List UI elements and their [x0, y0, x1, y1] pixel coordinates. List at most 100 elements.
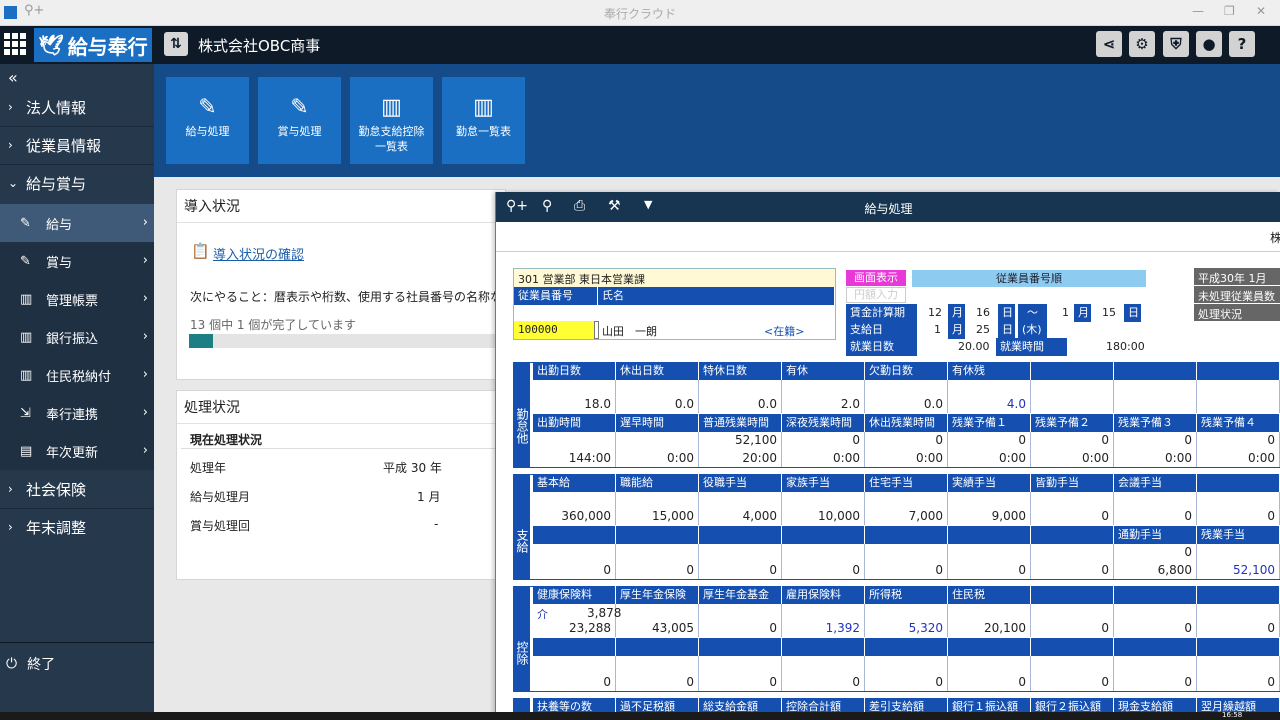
nav-section-corporate[interactable]: › 法人情報: [0, 88, 154, 126]
share-icon[interactable]: ⋖: [1096, 31, 1122, 57]
grid-cell[interactable]: 0:00: [616, 449, 699, 467]
grid-cell[interactable]: 5,320: [865, 604, 948, 637]
grid-cell[interactable]: 9,000: [948, 492, 1031, 525]
intro-check-link[interactable]: 導入状況の確認: [213, 244, 304, 263]
grid-cell[interactable]: 0: [699, 561, 782, 579]
grid-cell[interactable]: 0:00: [1114, 449, 1197, 467]
grid-cell[interactable]: 0: [1031, 656, 1114, 691]
grid-cell[interactable]: 0: [782, 561, 865, 579]
grid-cell[interactable]: 0: [1197, 432, 1280, 449]
nav-item-reports[interactable]: ▥ 管理帳票 ›: [0, 280, 154, 318]
close-icon[interactable]: ✕: [1256, 4, 1266, 18]
grid-cell[interactable]: 0: [1031, 492, 1114, 525]
grid-cell[interactable]: 0:00: [1197, 449, 1280, 467]
grid-cell[interactable]: 20:00: [699, 449, 782, 467]
nav-item-annual-update[interactable]: ▤ 年次更新 ›: [0, 432, 154, 470]
switch-company-icon[interactable]: ⇅: [164, 32, 188, 56]
grid-cell[interactable]: [1197, 380, 1280, 413]
grid-cell[interactable]: 0: [1114, 432, 1197, 449]
grid-cell[interactable]: 6,800: [1114, 561, 1197, 579]
tile-attendance-list[interactable]: ▥ 勤怠一覧表: [442, 77, 525, 164]
grid-cell[interactable]: 0: [699, 604, 782, 637]
nav-section-year-end[interactable]: › 年末調整: [0, 508, 154, 546]
grid-cell[interactable]: 0:00: [948, 449, 1031, 467]
grid-cell[interactable]: 0: [533, 561, 616, 579]
app-grid-icon[interactable]: [4, 33, 26, 55]
grid-cell[interactable]: 4,000: [699, 492, 782, 525]
grid-cell[interactable]: 0: [1114, 656, 1197, 691]
grid-cell[interactable]: 4.0: [948, 380, 1031, 413]
splitter-handle[interactable]: [594, 321, 599, 339]
grid-cell[interactable]: 0:00: [782, 449, 865, 467]
amount-input-button[interactable]: 円額入力: [846, 287, 906, 303]
grid-cell[interactable]: [1197, 544, 1280, 561]
collapse-icon[interactable]: «: [8, 68, 18, 87]
grid-cell[interactable]: 0: [865, 432, 948, 449]
grid-cell[interactable]: 0.0: [616, 380, 699, 413]
grid-cell[interactable]: [1031, 544, 1114, 561]
grid-cell[interactable]: 52,100: [1197, 561, 1280, 579]
logout-button[interactable]: ⏻ 終了: [0, 642, 154, 684]
grid-cell[interactable]: 0: [865, 561, 948, 579]
nav-section-payroll[interactable]: ⌄ 給与賞与: [0, 164, 154, 202]
grid-cell[interactable]: 0.0: [865, 380, 948, 413]
grid-cell[interactable]: 7,000: [865, 492, 948, 525]
grid-cell[interactable]: 0: [1114, 492, 1197, 525]
grid-cell[interactable]: [1114, 380, 1197, 413]
nav-item-integration[interactable]: ⇲ 奉行連携 ›: [0, 394, 154, 432]
grid-cell[interactable]: 18.0: [533, 380, 616, 413]
grid-cell[interactable]: 0.0: [699, 380, 782, 413]
grid-cell[interactable]: 0: [1031, 604, 1114, 637]
grid-cell[interactable]: 0: [616, 656, 699, 691]
grid-cell[interactable]: [699, 544, 782, 561]
grid-cell[interactable]: 20,100: [948, 604, 1031, 637]
grid-cell[interactable]: 0: [1031, 432, 1114, 449]
grid-cell[interactable]: 0: [1197, 604, 1280, 637]
minimize-icon[interactable]: —: [1192, 4, 1204, 18]
grid-cell[interactable]: 360,000: [533, 492, 616, 525]
grid-cell[interactable]: 0: [616, 561, 699, 579]
nav-item-salary[interactable]: ✎ 給与 ›: [0, 204, 154, 242]
grid-cell[interactable]: [865, 544, 948, 561]
grid-cell[interactable]: [533, 432, 616, 449]
grid-cell[interactable]: 0: [865, 656, 948, 691]
grid-cell[interactable]: [782, 544, 865, 561]
grid-cell[interactable]: 52,100: [699, 432, 782, 449]
nav-item-bonus[interactable]: ✎ 賞与 ›: [0, 242, 154, 280]
grid-cell[interactable]: 0: [948, 561, 1031, 579]
grid-cell[interactable]: 0: [533, 656, 616, 691]
grid-cell[interactable]: 0: [948, 432, 1031, 449]
display-mode-button[interactable]: 画面表示: [846, 270, 906, 286]
grid-cell[interactable]: [1031, 380, 1114, 413]
product-logo[interactable]: 🕊 給与奉行: [34, 28, 152, 62]
grid-cell[interactable]: 15,000: [616, 492, 699, 525]
grid-cell[interactable]: 0: [1114, 544, 1197, 561]
shield-icon[interactable]: ⛨: [1163, 31, 1189, 57]
nav-item-bank[interactable]: ▥ 銀行振込 ›: [0, 318, 154, 356]
employee-number-input[interactable]: 100000: [514, 321, 594, 339]
grid-cell[interactable]: 0:00: [1031, 449, 1114, 467]
grid-cell[interactable]: 144:00: [533, 449, 616, 467]
maximize-icon[interactable]: ❐: [1224, 4, 1235, 18]
nav-item-resident-tax[interactable]: ▥ 住民税納付 ›: [0, 356, 154, 394]
grid-cell[interactable]: [616, 432, 699, 449]
nav-section-employee[interactable]: › 従業員情報: [0, 126, 154, 164]
grid-cell[interactable]: 0: [1114, 604, 1197, 637]
help-icon[interactable]: ?: [1229, 31, 1255, 57]
grid-cell[interactable]: 10,000: [782, 492, 865, 525]
grid-cell[interactable]: 1,392: [782, 604, 865, 637]
grid-cell[interactable]: 0: [699, 656, 782, 691]
grid-cell[interactable]: 2.0: [782, 380, 865, 413]
grid-cell[interactable]: 0: [1031, 561, 1114, 579]
gear-icon[interactable]: ⚙: [1129, 31, 1155, 57]
grid-cell[interactable]: 0: [782, 432, 865, 449]
grid-cell[interactable]: [533, 544, 616, 561]
sort-order[interactable]: 従業員番号順: [912, 270, 1146, 287]
tile-attendance-pay-list[interactable]: ▥ 勤怠支給控除一覧表: [350, 77, 433, 164]
grid-cell[interactable]: 0: [1197, 656, 1280, 691]
grid-cell[interactable]: [616, 544, 699, 561]
grid-cell[interactable]: 0: [782, 656, 865, 691]
grid-cell[interactable]: 0: [1197, 492, 1280, 525]
user-icon[interactable]: ●: [1196, 31, 1222, 57]
tile-bonus-processing[interactable]: ✎ 賞与処理: [258, 77, 341, 164]
